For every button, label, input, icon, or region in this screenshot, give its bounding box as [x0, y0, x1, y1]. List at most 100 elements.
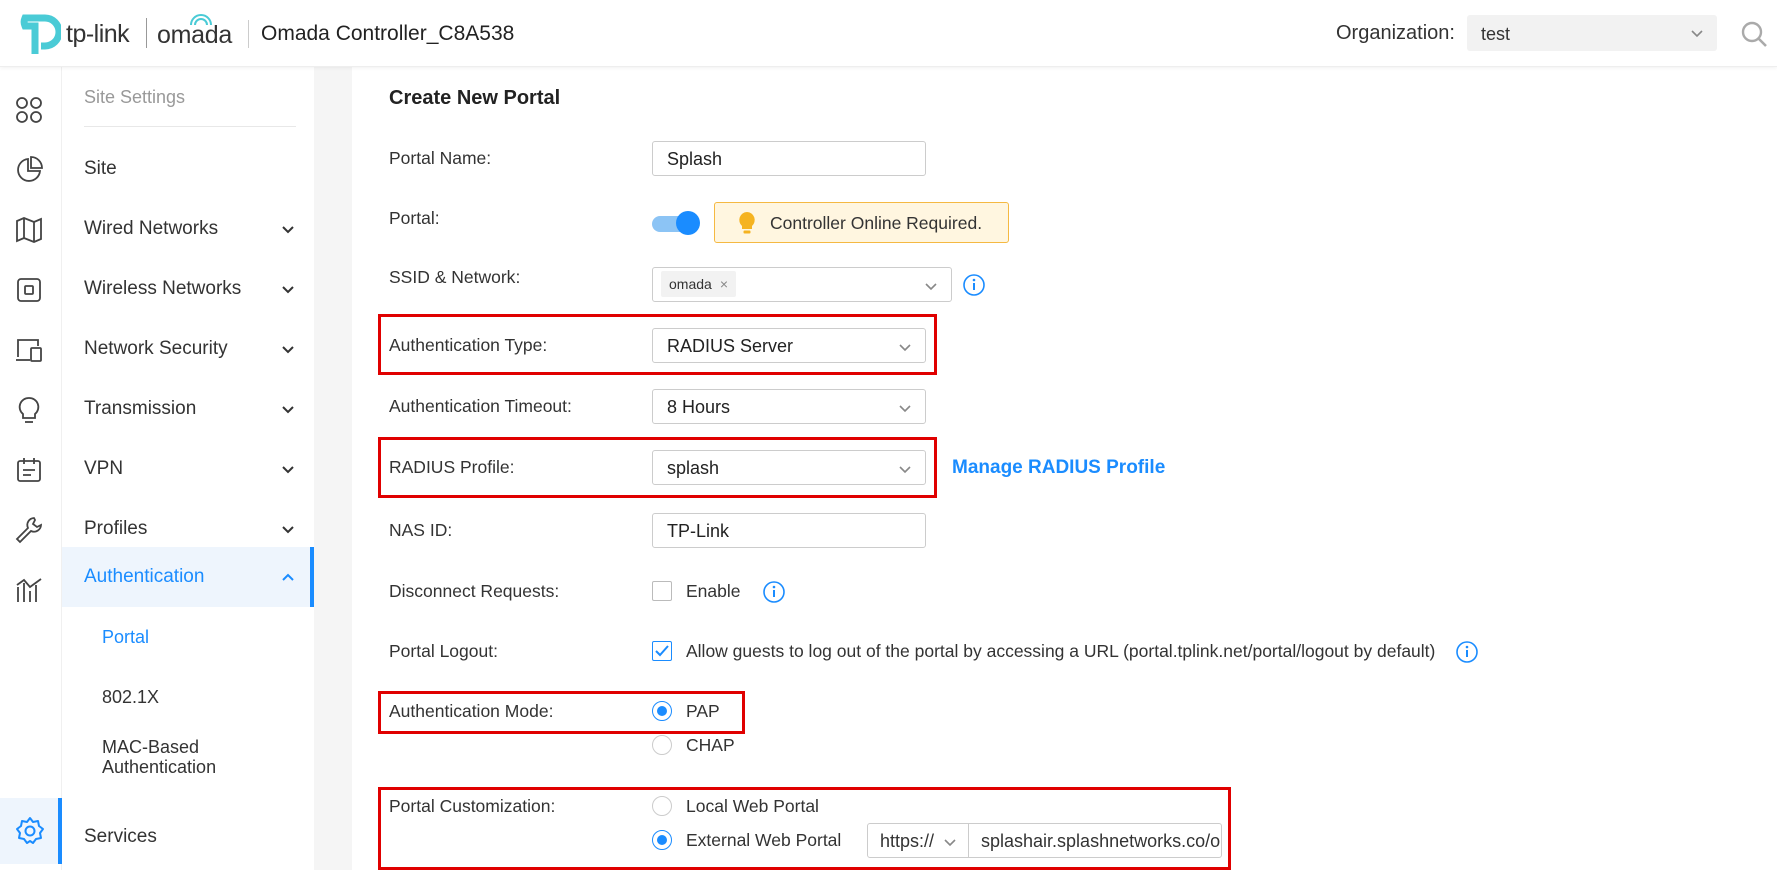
chevron-down-icon [899, 466, 911, 474]
sidebar-item-label: Site [84, 158, 117, 179]
icon-navigation-bar [0, 67, 62, 870]
portal-label: Portal: [389, 208, 440, 228]
tp-link-logo-icon [20, 14, 61, 54]
search-icon[interactable] [1740, 20, 1768, 48]
reports-chart-icon[interactable] [14, 575, 44, 605]
settings-gear-icon[interactable] [15, 816, 45, 846]
sidebar-item-label: Services [84, 826, 157, 847]
chevron-down-icon [282, 406, 294, 414]
disconnect-requests-label: Disconnect Requests: [389, 581, 560, 601]
chevron-down-icon [282, 466, 294, 474]
chevron-down-icon [899, 344, 911, 352]
controller-online-warning: Controller Online Required. [714, 202, 1009, 243]
chevron-down-icon [944, 839, 956, 847]
checkmark-icon [655, 645, 669, 657]
brand-omada: omada [157, 21, 232, 49]
sidebar-item-label: Network Security [84, 338, 228, 359]
nas-id-value: TP-Link [667, 521, 730, 541]
dashboard-icon[interactable] [14, 95, 44, 125]
auth-mode-chap-text: CHAP [686, 735, 735, 755]
chevron-down-icon [899, 405, 911, 413]
auth-timeout-select[interactable]: 8 Hours [652, 389, 926, 424]
map-icon[interactable] [14, 215, 44, 245]
organization-value: test [1481, 24, 1511, 44]
disconnect-enable-checkbox[interactable] [652, 581, 672, 601]
ssid-network-label: SSID & Network: [389, 267, 521, 287]
auth-type-select[interactable]: RADIUS Server [652, 328, 926, 363]
portal-logout-info-icon[interactable] [1455, 640, 1479, 664]
organization-label: Organization: [1336, 22, 1455, 44]
sidebar-item-wired-networks[interactable]: Wired Networks [62, 199, 314, 259]
portal-customization-label: Portal Customization: [389, 796, 556, 816]
portal-logout-checkbox[interactable] [652, 641, 672, 661]
create-portal-form: Create New Portal Portal Name: Splash Po… [352, 67, 1777, 870]
content-gutter [314, 67, 352, 870]
warning-bulb-icon [739, 212, 755, 234]
sidebar-item-wireless-networks[interactable]: Wireless Networks [62, 259, 314, 319]
chevron-up-icon [282, 573, 294, 581]
devices-icon[interactable] [14, 275, 44, 305]
chevron-down-icon [1691, 30, 1703, 38]
sidebar-item-label: Profiles [84, 518, 148, 539]
ssid-tag: omada × [661, 271, 736, 297]
url-protocol-select[interactable]: https:// [867, 823, 969, 858]
local-web-portal-text: Local Web Portal [686, 796, 819, 816]
sidebar-subitem-portal[interactable]: Portal [102, 627, 149, 647]
sidebar-item-transmission[interactable]: Transmission [62, 379, 314, 439]
auth-mode-pap-radio[interactable] [652, 701, 672, 721]
url-protocol-value: https:// [880, 831, 935, 851]
tag-remove-icon[interactable]: × [720, 276, 728, 292]
sidebar-item-authentication[interactable]: Authentication [62, 547, 314, 607]
portal-name-label: Portal Name: [389, 148, 492, 168]
brand-tp-link: tp-link [66, 20, 130, 48]
radius-profile-label: RADIUS Profile: [389, 457, 515, 477]
sidebar-item-site[interactable]: Site [62, 139, 314, 199]
sidebar-item-label: VPN [84, 458, 124, 479]
nas-id-label: NAS ID: [389, 520, 453, 540]
statistics-pie-icon[interactable] [14, 155, 44, 185]
sidebar-item-vpn[interactable]: VPN [62, 439, 314, 499]
tools-wrench-icon[interactable] [14, 515, 44, 545]
sidebar-subitem-mac-based-authentication[interactable]: MAC-Based Authentication [102, 737, 252, 777]
external-portal-url-value: splashair.splashnetworks.co/or [981, 831, 1222, 851]
sidebar-item-label: Transmission [84, 398, 197, 419]
sidebar-item-label: Wired Networks [84, 218, 219, 239]
chevron-down-icon [282, 286, 294, 294]
sidebar-item-label: Wireless Networks [84, 278, 242, 299]
sidebar-heading: Site Settings [84, 87, 186, 107]
external-web-portal-radio[interactable] [652, 830, 672, 850]
local-web-portal-radio[interactable] [652, 796, 672, 816]
sidebar-item-services[interactable]: Services [62, 807, 314, 867]
sidebar-divider [84, 126, 296, 127]
title-separator [248, 20, 249, 48]
auth-timeout-label: Authentication Timeout: [389, 396, 572, 416]
disconnect-info-icon[interactable] [762, 580, 786, 604]
auth-type-label: Authentication Type: [389, 335, 548, 355]
manage-radius-profile-link[interactable]: Manage RADIUS Profile [952, 457, 1165, 479]
settings-sidebar: Site Settings Site Wired Networks Wirele… [62, 67, 314, 870]
sidebar-subitem-8021x[interactable]: 802.1X [102, 687, 159, 707]
logs-calendar-icon[interactable] [14, 455, 44, 485]
warning-text: Controller Online Required. [770, 213, 983, 233]
auth-mode-chap-radio[interactable] [652, 735, 672, 755]
toggle-knob [676, 211, 700, 235]
ssid-tag-label: omada [669, 276, 712, 292]
portal-enable-toggle[interactable] [652, 211, 700, 235]
auth-timeout-value: 8 Hours [667, 397, 731, 417]
radius-profile-select[interactable]: splash [652, 450, 926, 485]
sidebar-item-network-security[interactable]: Network Security [62, 319, 314, 379]
radius-profile-value: splash [667, 458, 720, 478]
external-web-portal-text: External Web Portal [686, 830, 842, 850]
auth-type-value: RADIUS Server [667, 336, 794, 356]
insight-bulb-icon[interactable] [14, 395, 44, 425]
app-title: Omada Controller_C8A538 [261, 22, 515, 45]
ssid-info-icon[interactable] [962, 273, 986, 297]
portal-name-input[interactable]: Splash [652, 141, 926, 176]
clients-icon[interactable] [14, 335, 44, 365]
external-portal-url-input[interactable]: splashair.splashnetworks.co/or [968, 823, 1222, 858]
organization-select[interactable]: test [1467, 15, 1717, 51]
portal-logout-label: Portal Logout: [389, 641, 498, 661]
chevron-down-icon [282, 526, 294, 534]
portal-logout-text: Allow guests to log out of the portal by… [686, 641, 1436, 661]
nas-id-input[interactable]: TP-Link [652, 513, 926, 548]
